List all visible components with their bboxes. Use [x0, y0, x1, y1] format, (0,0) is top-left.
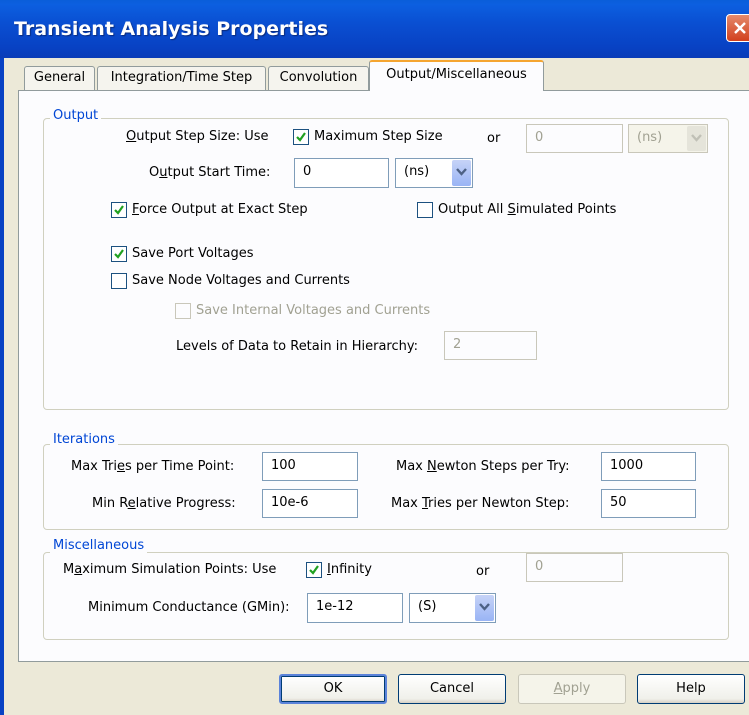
apply-button[interactable]: Apply — [518, 674, 626, 704]
tab-convolution[interactable]: Convolution — [268, 66, 369, 90]
force-output-label: Force Output at Exact Step — [132, 202, 308, 217]
max-tries-per-time-point-input[interactable]: 100 — [262, 452, 358, 481]
select-value: (S) — [418, 599, 437, 614]
help-button[interactable]: Help — [637, 674, 745, 704]
force-output-checkbox[interactable] — [111, 202, 127, 218]
min-relative-progress-input[interactable]: 10e-6 — [262, 489, 358, 518]
infinity-label: Infinity — [327, 562, 372, 577]
output-all-simulated-points-label: Output All Simulated Points — [438, 202, 617, 217]
window-frame-left — [0, 58, 4, 715]
dropdown-arrow — [687, 126, 706, 151]
checkmark-icon — [114, 205, 124, 215]
miscellaneous-legend: Miscellaneous — [50, 538, 148, 553]
select-value: (ns) — [637, 130, 663, 145]
tab-label: General — [33, 70, 86, 85]
minimum-conductance-label: Minimum Conductance (GMin): — [88, 600, 290, 615]
levels-of-data-label: Levels of Data to Retain in Hierarchy: — [176, 339, 418, 354]
max-newton-steps-label: Max Newton Steps per Try: — [396, 459, 570, 474]
checkmark-icon — [114, 249, 124, 259]
cancel-button[interactable]: Cancel — [398, 674, 506, 704]
output-step-value-input[interactable]: 0 — [526, 124, 623, 153]
ok-button[interactable]: OK — [279, 674, 387, 704]
or-label-misc: or — [476, 564, 490, 579]
levels-of-data-input[interactable]: 2 — [444, 331, 537, 360]
max-tries-per-newton-step-input[interactable]: 50 — [601, 489, 696, 518]
save-port-voltages-label: Save Port Voltages — [132, 246, 254, 261]
minimum-conductance-input[interactable]: 1e-12 — [307, 593, 403, 623]
max-tries-per-newton-step-label: Max Tries per Newton Step: — [391, 496, 570, 511]
maximum-step-size-label: Maximum Step Size — [314, 129, 443, 144]
tab-general[interactable]: General — [24, 66, 95, 90]
checkmark-icon — [296, 132, 306, 142]
select-value: (ns) — [404, 164, 430, 179]
output-step-size-label: Output Step Size: Use — [126, 129, 269, 144]
tab-output-miscellaneous[interactable]: Output/Miscellaneous — [369, 60, 544, 91]
save-port-voltages-checkbox[interactable] — [111, 246, 127, 262]
chevron-down-icon — [691, 134, 702, 142]
or-label: or — [487, 131, 501, 146]
window-title: Transient Analysis Properties — [14, 18, 329, 40]
min-relative-progress-label: Min Relative Progress: — [92, 496, 236, 511]
chevron-down-icon — [479, 603, 490, 611]
output-start-time-input[interactable]: 0 — [294, 158, 389, 188]
save-node-voltages-checkbox[interactable] — [111, 273, 127, 289]
dropdown-arrow — [452, 160, 471, 186]
max-simulation-points-input[interactable]: 0 — [526, 553, 623, 582]
minimum-conductance-unit-select[interactable]: (S) — [409, 593, 496, 623]
max-newton-steps-input[interactable]: 1000 — [601, 452, 696, 481]
iterations-legend: Iterations — [50, 432, 118, 447]
save-internal-voltages-label: Save Internal Voltages and Currents — [196, 303, 431, 318]
tab-label: Output/Miscellaneous — [386, 67, 527, 82]
infinity-checkbox[interactable] — [306, 562, 322, 578]
chevron-down-icon — [456, 168, 467, 176]
output-start-time-label: Output Start Time: — [149, 165, 271, 180]
close-icon — [734, 22, 746, 34]
save-internal-voltages-checkbox[interactable] — [175, 303, 191, 319]
output-all-simulated-points-checkbox[interactable] — [417, 202, 433, 218]
maximum-simulation-points-label: Maximum Simulation Points: Use — [63, 562, 277, 577]
dropdown-arrow — [475, 595, 494, 621]
output-step-unit-select[interactable]: (ns) — [628, 124, 708, 153]
maximum-step-size-checkbox[interactable] — [293, 129, 309, 145]
tab-integration-time-step[interactable]: Integration/Time Step — [97, 66, 266, 90]
tab-label: Integration/Time Step — [110, 70, 253, 85]
close-button[interactable] — [726, 14, 749, 42]
tab-label: Convolution — [279, 70, 358, 85]
output-legend: Output — [50, 108, 102, 123]
save-node-voltages-label: Save Node Voltages and Currents — [132, 273, 350, 288]
checkmark-icon — [309, 565, 319, 575]
output-start-time-unit-select[interactable]: (ns) — [395, 158, 473, 188]
max-tries-per-time-point-label: Max Tries per Time Point: — [71, 459, 235, 474]
title-bar[interactable]: Transient Analysis Properties — [0, 0, 749, 58]
